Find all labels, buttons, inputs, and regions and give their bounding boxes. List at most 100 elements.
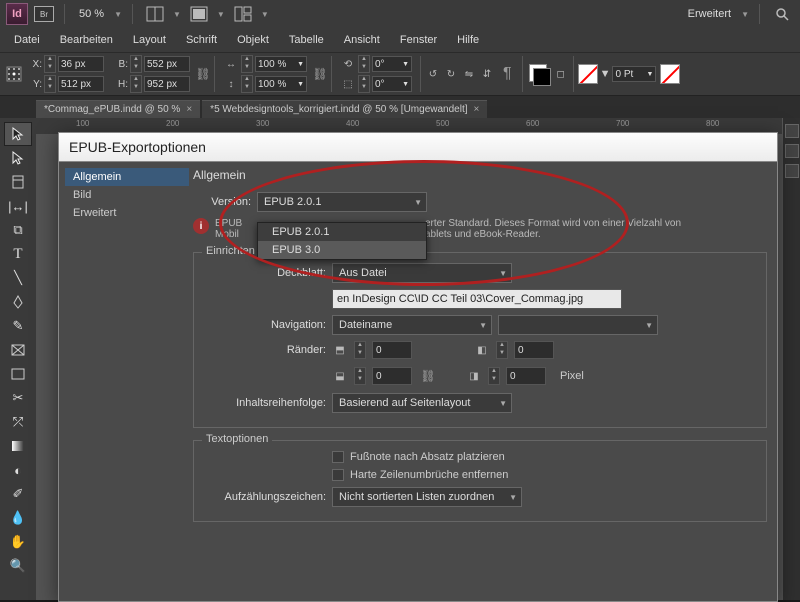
pencil-tool-icon[interactable]: ✎ (4, 314, 32, 338)
shear-input[interactable]: 0°▼ (372, 76, 412, 92)
raender-label: Ränder: (202, 344, 326, 356)
note-tool-icon[interactable]: ✐ (4, 482, 32, 506)
scissors-tool-icon[interactable]: ✂ (4, 386, 32, 410)
textoptionen-group: Textoptionen Fußnote nach Absatz platzie… (193, 440, 767, 522)
menubar: Datei Bearbeiten Layout Schrift Objekt T… (0, 28, 800, 52)
no-fill-icon[interactable] (578, 64, 598, 84)
margin-link-icon[interactable]: ⛓ (418, 365, 438, 387)
reihenfolge-select[interactable]: Basierend auf Seitenlayout▼ (332, 393, 512, 413)
screen-mode-icon[interactable] (187, 3, 211, 25)
document-tab[interactable]: *Commag_ePUB.indd @ 50 %× (36, 100, 200, 118)
fussnote-label: Fußnote nach Absatz platzieren (350, 451, 505, 463)
wh-link-icon[interactable]: ⛓ (196, 63, 210, 85)
shear-icon: ⬚ (340, 76, 356, 92)
close-tab-icon[interactable]: × (474, 104, 480, 115)
x-input[interactable] (58, 56, 104, 72)
fill-stroke-swatch[interactable] (527, 62, 551, 86)
view-options-icon[interactable] (143, 3, 167, 25)
deckblatt-select[interactable]: Aus Datei▼ (332, 263, 512, 283)
reference-point-icon[interactable] (6, 66, 22, 82)
document-tab[interactable]: *5 Webdesigntools_korrigiert.indd @ 50 %… (202, 100, 487, 118)
direct-selection-tool-icon[interactable] (4, 146, 32, 170)
control-panel: X:▲▼ Y:▲▼ B:▲▼ H:▲▼ ⛓ ↔▲▼100 %▼ ↕▲▼100 %… (0, 52, 800, 96)
collapsed-panel-icon[interactable] (785, 164, 799, 178)
close-tab-icon[interactable]: × (186, 104, 192, 115)
scale-y-input[interactable]: 100 %▼ (255, 76, 307, 92)
flip-h-icon[interactable]: ⇋ (461, 66, 477, 82)
version-dropdown-list: EPUB 2.0.1 EPUB 3.0 (257, 222, 427, 260)
line-tool-icon[interactable]: ╲ (4, 266, 32, 290)
pen-tool-icon[interactable] (4, 290, 32, 314)
rotate-cw-icon[interactable]: ↻ (443, 66, 459, 82)
menu-hilfe[interactable]: Hilfe (447, 30, 489, 50)
navigation-select[interactable]: Dateiname▼ (332, 315, 492, 335)
page-tool-icon[interactable] (4, 170, 32, 194)
workspace-switcher[interactable]: Erweitert (684, 6, 735, 22)
epub-export-dialog: EPUB-Exportoptionen Allgemein Bild Erwei… (58, 132, 778, 602)
document-canvas[interactable]: 100 200 300 400 500 600 700 800 EPUB-Exp… (36, 118, 782, 600)
info-icon: i (193, 218, 209, 234)
gradient-swatch-icon[interactable] (4, 434, 32, 458)
version-option[interactable]: EPUB 2.0.1 (258, 223, 426, 241)
navigation-select-2[interactable]: ▼ (498, 315, 658, 335)
zoom-tool-icon[interactable]: 🔍 (4, 554, 32, 578)
margin-left-icon: ◧ (474, 342, 490, 358)
transform-tool-icon[interactable]: ⤱ (4, 410, 32, 434)
fussnote-checkbox[interactable] (332, 451, 344, 463)
hand-tool-icon[interactable]: ✋ (4, 530, 32, 554)
margin-top-input[interactable] (372, 341, 412, 359)
umbrueche-label: Harte Zeilenumbrüche entfernen (350, 469, 508, 481)
w-input[interactable] (144, 56, 190, 72)
nav-allgemein[interactable]: Allgemein (65, 168, 189, 186)
aufzaehlung-select[interactable]: Nicht sortierten Listen zuordnen▼ (332, 487, 522, 507)
scale-x-input[interactable]: 100 %▼ (255, 56, 307, 72)
menu-datei[interactable]: Datei (4, 30, 50, 50)
menu-ansicht[interactable]: Ansicht (334, 30, 390, 50)
margin-left-input[interactable] (514, 341, 554, 359)
gap-tool-icon[interactable]: |↔| (4, 194, 32, 218)
x-stepper[interactable]: ▲▼ (44, 55, 56, 73)
menu-schrift[interactable]: Schrift (176, 30, 227, 50)
nav-erweitert[interactable]: Erweitert (65, 204, 189, 222)
menu-tabelle[interactable]: Tabelle (279, 30, 334, 50)
rotation-input[interactable]: 0°▼ (372, 56, 412, 72)
content-collector-icon[interactable]: ⧉ (4, 218, 32, 242)
deckblatt-path-input[interactable] (332, 289, 622, 309)
stroke-weight-input[interactable]: 0 Pt▼ (612, 66, 656, 82)
menu-fenster[interactable]: Fenster (390, 30, 447, 50)
rectangle-frame-tool-icon[interactable] (4, 338, 32, 362)
umbrueche-checkbox[interactable] (332, 469, 344, 481)
rectangle-tool-icon[interactable] (4, 362, 32, 386)
y-input[interactable] (58, 76, 104, 92)
flip-v-icon[interactable]: ⇵ (479, 66, 495, 82)
margin-right-input[interactable] (506, 367, 546, 385)
h-stepper[interactable]: ▲▼ (130, 75, 142, 93)
version-select[interactable]: EPUB 2.0.1▼ (257, 192, 427, 212)
w-stepper[interactable]: ▲▼ (130, 55, 142, 73)
no-stroke-icon[interactable] (660, 64, 680, 84)
section-heading: Allgemein (193, 168, 767, 182)
version-option[interactable]: EPUB 3.0 (258, 241, 426, 259)
reihenfolge-label: Inhaltsreihenfolge: (202, 397, 326, 409)
rotate-ccw-icon[interactable]: ↺ (425, 66, 441, 82)
h-input[interactable] (144, 76, 190, 92)
collapsed-panel-icon[interactable] (785, 144, 799, 158)
margin-bottom-input[interactable] (372, 367, 412, 385)
collapsed-panel-icon[interactable] (785, 124, 799, 138)
zoom-dropdown-icon[interactable]: ▼ (114, 10, 122, 19)
search-icon[interactable] (770, 3, 794, 25)
scale-link-icon[interactable]: ⛓ (313, 63, 327, 85)
selection-tool-icon[interactable] (4, 122, 32, 146)
y-stepper[interactable]: ▲▼ (44, 75, 56, 93)
nav-bild[interactable]: Bild (65, 186, 189, 204)
menu-objekt[interactable]: Objekt (227, 30, 279, 50)
zoom-level[interactable]: 50 % (75, 6, 108, 22)
gradient-feather-icon[interactable]: ◐ (4, 458, 32, 482)
apply-target-icon[interactable]: ◻ (553, 66, 569, 82)
type-tool-icon[interactable]: T (4, 242, 32, 266)
bridge-button[interactable]: Br (34, 6, 54, 22)
menu-layout[interactable]: Layout (123, 30, 176, 50)
menu-bearbeiten[interactable]: Bearbeiten (50, 30, 123, 50)
eyedropper-tool-icon[interactable]: 💧 (4, 506, 32, 530)
arrange-documents-icon[interactable] (231, 3, 255, 25)
